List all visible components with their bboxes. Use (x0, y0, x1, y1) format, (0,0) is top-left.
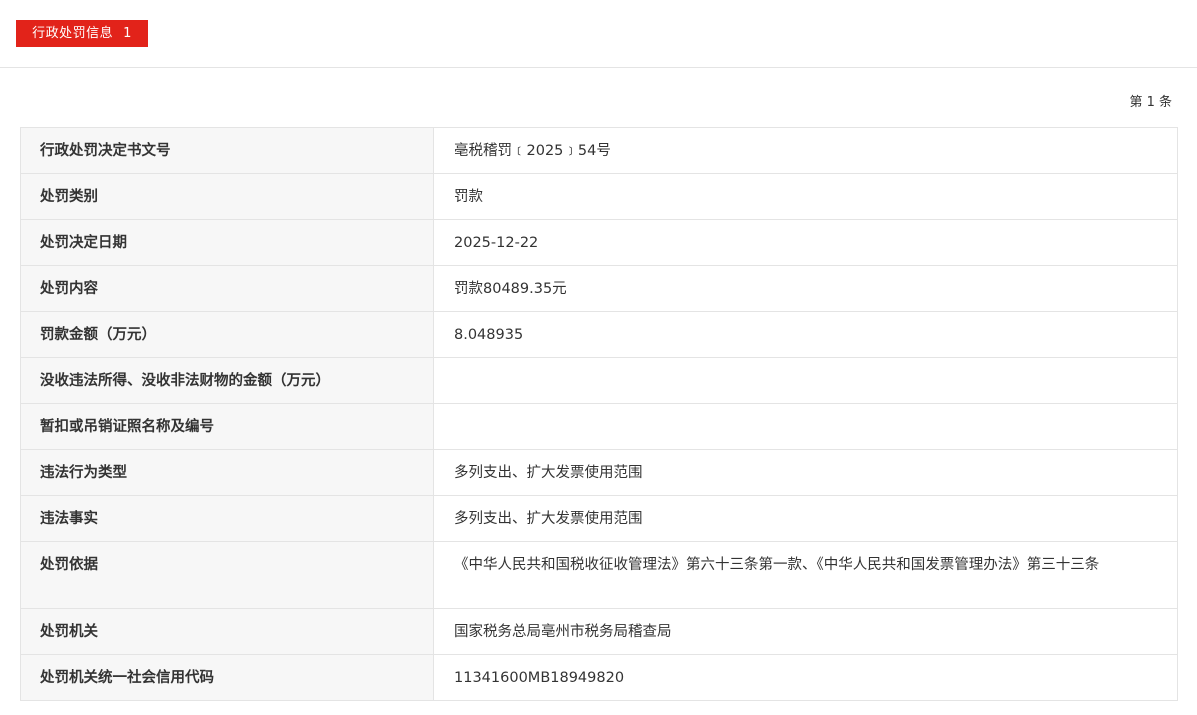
row-label-violation-facts: 违法事实 (20, 495, 434, 542)
table-row: 没收违法所得、没收非法财物的金额（万元） (20, 357, 1178, 404)
row-label-license-suspension: 暂扣或吊销证照名称及编号 (20, 403, 434, 450)
tab-label: 行政处罚信息 (32, 26, 114, 41)
table-row: 处罚类别 罚款 (20, 173, 1178, 220)
tab-penalty-info[interactable]: 行政处罚信息 1 (16, 20, 148, 47)
penalty-detail-table: 行政处罚决定书文号 亳税稽罚﹝2025﹞54号 处罚类别 罚款 处罚决定日期 2… (20, 127, 1178, 701)
row-label-legal-basis: 处罚依据 (20, 541, 434, 609)
row-value-license-suspension (433, 403, 1178, 450)
row-value-violation-facts: 多列支出、扩大发票使用范围 (433, 495, 1178, 542)
table-row: 违法事实 多列支出、扩大发票使用范围 (20, 495, 1178, 542)
table-row: 处罚决定日期 2025-12-22 (20, 219, 1178, 266)
row-label-decision-date: 处罚决定日期 (20, 219, 434, 266)
row-value-authority-credit-code: 11341600MB18949820 (433, 654, 1178, 701)
row-label-fine-amount: 罚款金额（万元） (20, 311, 434, 358)
table-row: 罚款金额（万元） 8.048935 (20, 311, 1178, 358)
tab-count-badge: 1 (123, 26, 132, 41)
row-label-authority-credit-code: 处罚机关统一社会信用代码 (20, 654, 434, 701)
record-index: 第 1 条 (1129, 95, 1172, 110)
row-label-penalty-content: 处罚内容 (20, 265, 434, 312)
row-label-violation-type: 违法行为类型 (20, 449, 434, 496)
row-label-penalty-authority: 处罚机关 (20, 608, 434, 655)
table-row: 处罚内容 罚款80489.35元 (20, 265, 1178, 312)
table-row: 处罚机关 国家税务总局亳州市税务局稽查局 (20, 608, 1178, 655)
table-row: 违法行为类型 多列支出、扩大发票使用范围 (20, 449, 1178, 496)
row-value-decision-number: 亳税稽罚﹝2025﹞54号 (433, 127, 1178, 174)
row-value-legal-basis: 《中华人民共和国税收征收管理法》第六十三条第一款、《中华人民共和国发票管理办法》… (433, 541, 1178, 609)
row-value-violation-type: 多列支出、扩大发票使用范围 (433, 449, 1178, 496)
table-row: 暂扣或吊销证照名称及编号 (20, 403, 1178, 450)
table-row: 处罚机关统一社会信用代码 11341600MB18949820 (20, 654, 1178, 701)
row-value-decision-date: 2025-12-22 (433, 219, 1178, 266)
row-label-penalty-category: 处罚类别 (20, 173, 434, 220)
row-value-penalty-category: 罚款 (433, 173, 1178, 220)
row-label-decision-number: 行政处罚决定书文号 (20, 127, 434, 174)
header-bar: 行政处罚信息 1 (0, 0, 1197, 68)
row-value-penalty-authority: 国家税务总局亳州市税务局稽查局 (433, 608, 1178, 655)
row-value-fine-amount: 8.048935 (433, 311, 1178, 358)
row-value-penalty-content: 罚款80489.35元 (433, 265, 1178, 312)
row-label-confiscation-amount: 没收违法所得、没收非法财物的金额（万元） (20, 357, 434, 404)
table-row: 处罚依据 《中华人民共和国税收征收管理法》第六十三条第一款、《中华人民共和国发票… (20, 541, 1178, 609)
table-row: 行政处罚决定书文号 亳税稽罚﹝2025﹞54号 (20, 127, 1178, 174)
row-value-confiscation-amount (433, 357, 1178, 404)
